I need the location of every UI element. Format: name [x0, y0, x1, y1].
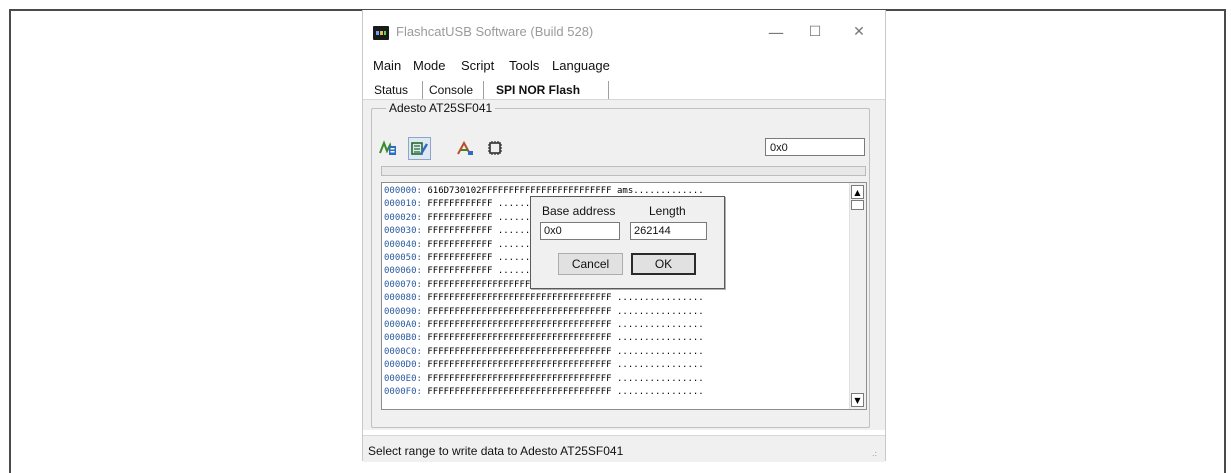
hex-row-data: FFFFFFFFFFFFFFFFFFFFFFFFFFFFFFFFFF [427, 333, 612, 344]
hex-row-address: 000050: [384, 253, 422, 263]
hex-row: 0000E0: FFFFFFFFFFFFFFFFFFFFFFFFFFFFFFFF… [384, 374, 704, 385]
scroll-up-icon[interactable]: ▲ [851, 185, 864, 199]
tab-strip: Status Console SPI NOR Flash [363, 76, 885, 107]
hex-row-data: FFFFFFFFFFFFFFFFFFFFFFFFFFFFFFFFFF [427, 387, 612, 397]
hex-row-data: FFFFFFFFFFFF [427, 199, 493, 210]
tab-status[interactable]: Status [369, 82, 413, 99]
menu-script[interactable]: Script [461, 58, 494, 73]
hex-row-address: 000090: [384, 306, 422, 317]
hex-row-data: FFFFFFFFFFFFFFFFFFFFFFFFFFFFFFFFFF [427, 360, 612, 371]
cancel-button[interactable]: Cancel [558, 253, 623, 275]
hex-row-data: FFFFFFFFFFFF [427, 226, 493, 237]
hex-row-address: 000020: [384, 212, 422, 223]
tab-separator [483, 81, 484, 101]
hex-row-address: 000080: [384, 293, 422, 304]
hex-row-data: 616D730102FFFFFFFFFFFFFFFFFFFFFFFF [427, 186, 612, 196]
write-flash-icon[interactable] [408, 137, 431, 160]
hex-row-address: 0000D0: [384, 360, 422, 371]
scroll-down-icon[interactable]: ▼ [851, 393, 864, 407]
hex-row-address: 0000E0: [384, 373, 422, 384]
hex-row-data: FFFFFFFFFFFF [427, 239, 493, 250]
tab-spi-nor-flash[interactable]: SPI NOR Flash [491, 82, 585, 99]
hex-row-ascii: ams............. [617, 186, 704, 196]
hex-row: 0000B0: FFFFFFFFFFFFFFFFFFFFFFFFFFFFFFFF… [384, 333, 704, 344]
hex-row-ascii: ................ [617, 306, 704, 317]
hex-row-ascii: ................ [617, 320, 704, 330]
hex-row-ascii: ................ [617, 360, 704, 371]
close-button[interactable]: ✕ [844, 18, 874, 46]
resize-grip-icon[interactable]: .: [872, 449, 882, 459]
ok-button[interactable]: OK [631, 253, 696, 275]
hex-row: 0000C0: FFFFFFFFFFFFFFFFFFFFFFFFFFFFFFFF… [384, 347, 704, 358]
menu-bar: Main Mode Script Tools Language [363, 54, 885, 76]
base-address-input[interactable]: 0x0 [540, 222, 620, 240]
status-bar: Select range to write data to Adesto AT2… [363, 435, 885, 462]
hex-row-address: 000000: [384, 186, 422, 196]
hex-row: 0000A0: FFFFFFFFFFFFFFFFFFFFFFFFFFFFFFFF… [384, 320, 704, 331]
tab-separator [422, 81, 423, 101]
hex-row-address: 000030: [384, 226, 422, 237]
address-field[interactable]: 0x0 [765, 138, 865, 156]
hex-row-address: 000010: [384, 199, 422, 210]
title-bar[interactable]: FlashcatUSB Software (Build 528) — ☐ ✕ [363, 10, 885, 54]
hex-row: 000090: FFFFFFFFFFFFFFFFFFFFFFFFFFFFFFFF… [384, 307, 704, 318]
erase-flash-icon[interactable] [454, 137, 476, 159]
menu-main[interactable]: Main [373, 58, 401, 73]
range-dialog: Base address Length 0x0 262144 Cancel OK [530, 196, 725, 289]
read-flash-icon[interactable] [377, 137, 399, 159]
status-text: Select range to write data to Adesto AT2… [368, 444, 624, 458]
menu-mode[interactable]: Mode [413, 58, 446, 73]
hex-row-data: FFFFFFFFFFFFFFFFFFFFFFFFFFFFFFFFFF [427, 373, 612, 384]
base-address-label: Base address [542, 204, 616, 218]
hex-row-address: 0000F0: [384, 387, 422, 397]
hex-row-data: FFFFFFFFFFFFFFFFFFFFFFFFFFFFFFFFFF [427, 320, 612, 330]
length-input[interactable]: 262144 [630, 222, 707, 240]
hex-row-data: FFFFFFFFFFFF [427, 253, 493, 263]
scroll-thumb[interactable] [851, 200, 864, 210]
hex-row-address: 000040: [384, 239, 422, 250]
hex-row-ascii: ................ [617, 346, 704, 357]
chip-settings-icon[interactable] [484, 137, 506, 159]
hex-row: 0000D0: FFFFFFFFFFFFFFFFFFFFFFFFFFFFFFFF… [384, 360, 704, 371]
minimize-button[interactable]: — [761, 18, 791, 46]
menu-language[interactable]: Language [552, 58, 610, 73]
maximize-button[interactable]: ☐ [800, 18, 830, 46]
hex-row-address: 0000C0: [384, 346, 422, 357]
length-label: Length [649, 204, 686, 218]
hex-row-data: FFFFFFFFFFFFFFFFFFFFFFFFFFFFFFFFFF [427, 293, 612, 304]
progress-bar [381, 166, 866, 176]
hex-row: 000080: FFFFFFFFFFFFFFFFFFFFFFFFFFFFFFFF… [384, 293, 704, 304]
hex-row-address: 0000A0: [384, 320, 422, 330]
window-title: FlashcatUSB Software (Build 528) [396, 24, 594, 39]
hex-row-address: 0000B0: [384, 333, 422, 344]
vertical-scrollbar[interactable]: ▲ ▼ [849, 183, 866, 409]
app-icon [373, 26, 389, 40]
hex-row-ascii: ................ [617, 373, 704, 384]
device-name: Adesto AT25SF041 [386, 101, 496, 115]
menu-tools[interactable]: Tools [509, 58, 539, 73]
hex-row-data: FFFFFFFFFFFF [427, 212, 493, 223]
hex-row-ascii: ................ [617, 333, 704, 344]
hex-row-data: FFFFFFFFFFFFFFFFFFFFFFFFFFFFFFFFFF [427, 346, 612, 357]
hex-row-data: FFFFFFFFFFFFFFFFFFFFFFFFFFFFFFFFFF [427, 306, 612, 317]
hex-row-address: 000060: [384, 266, 422, 277]
tab-console[interactable]: Console [424, 82, 478, 99]
hex-row: 0000F0: FFFFFFFFFFFFFFFFFFFFFFFFFFFFFFFF… [384, 387, 704, 398]
hex-row-ascii: ................ [617, 387, 704, 397]
hex-row-data: FFFFFFFFFFFF [427, 266, 493, 277]
hex-row-address: 000070: [384, 279, 422, 290]
hex-row-ascii: ................ [617, 293, 704, 304]
